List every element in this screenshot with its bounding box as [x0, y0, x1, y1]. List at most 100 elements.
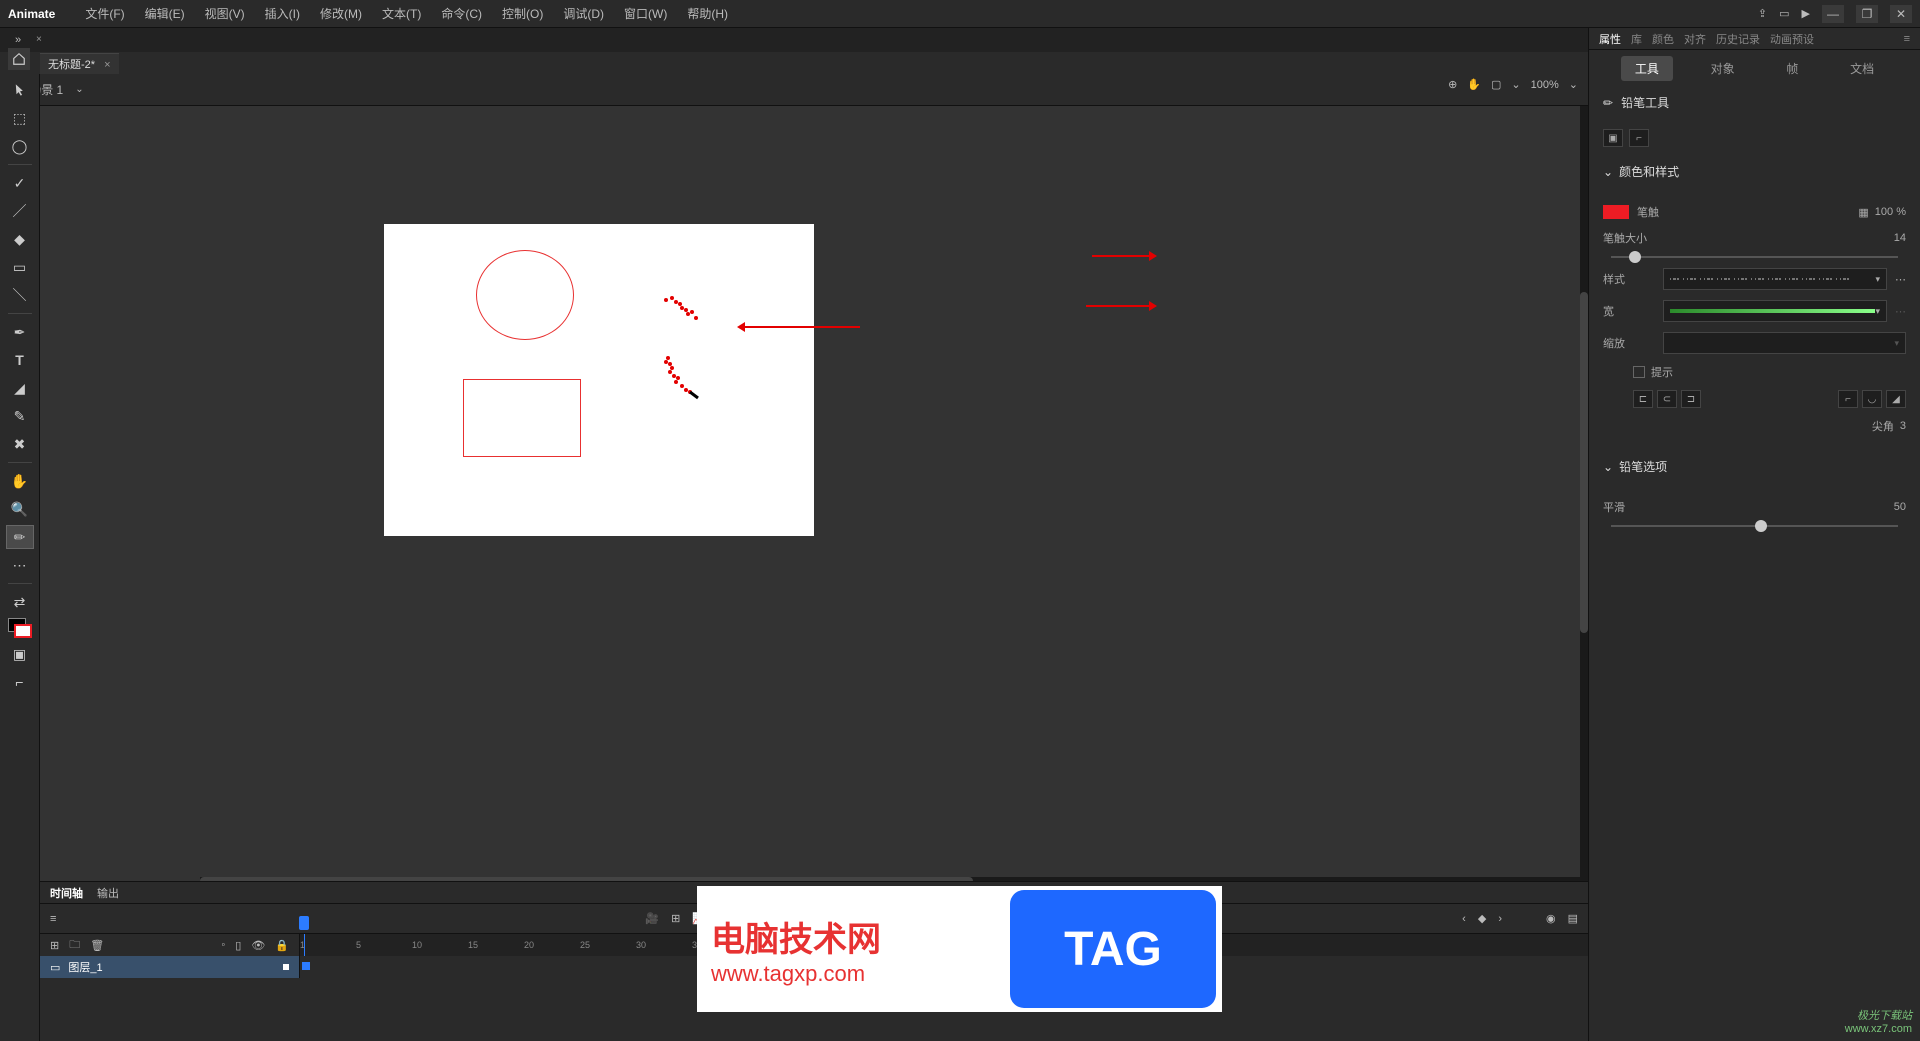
camera-icon[interactable]: 🎥 [645, 912, 659, 925]
expand-panel-icon[interactable]: » [0, 34, 36, 46]
menu-modify[interactable]: 修改(M) [310, 5, 372, 22]
eraser-tool[interactable]: ◆ [6, 227, 34, 251]
keyframe[interactable] [302, 962, 310, 970]
style-options-icon[interactable]: ⋯ [1895, 273, 1906, 286]
layer-depth-icon[interactable]: ⊞ [671, 912, 680, 925]
menu-view[interactable]: 视图(V) [195, 5, 255, 22]
layer-stack-icon[interactable]: ≡ [50, 913, 56, 925]
tab-history[interactable]: 历史记录 [1716, 31, 1760, 47]
drawn-stroke-1[interactable] [662, 294, 707, 324]
stage-vertical-scrollbar[interactable] [1580, 106, 1588, 881]
menu-file[interactable]: 文件(F) [75, 5, 134, 22]
tab-properties[interactable]: 属性 [1599, 31, 1621, 47]
center-stage-icon[interactable]: ⊕ [1448, 78, 1457, 91]
scrollbar-thumb[interactable] [1580, 292, 1588, 633]
color-swatches[interactable] [8, 618, 32, 638]
tab-library[interactable]: 库 [1631, 31, 1642, 47]
menu-command[interactable]: 命令(C) [431, 5, 492, 22]
subtab-object[interactable]: 对象 [1697, 56, 1749, 81]
join-bevel-icon[interactable]: ◢ [1886, 390, 1906, 408]
stroke-opacity-value[interactable]: 100 % [1875, 206, 1906, 218]
opacity-grid-icon[interactable]: ▦ [1858, 206, 1868, 219]
smooth-slider[interactable] [1611, 525, 1898, 527]
free-transform-tool[interactable]: ⬚ [6, 106, 34, 130]
hint-checkbox[interactable] [1633, 366, 1645, 378]
fill-color-swatch[interactable] [14, 624, 32, 638]
snap-icon[interactable]: ⌐ [6, 670, 34, 694]
menu-edit[interactable]: 编辑(E) [135, 5, 195, 22]
eyedropper-tool[interactable]: ✎ [6, 404, 34, 428]
zoom-tool[interactable]: 🔍 [6, 497, 34, 521]
hand-tool[interactable]: ✋ [6, 469, 34, 493]
scale-dropdown[interactable]: ▾ [1663, 332, 1906, 354]
edit-multi-icon[interactable]: ▤ [1568, 912, 1578, 925]
playhead[interactable] [299, 916, 309, 930]
stroke-style-dropdown[interactable]: ▾ [1663, 268, 1887, 290]
lock-icon[interactable]: 🔒 [275, 939, 289, 952]
scene-dropdown-icon[interactable]: ⌄ [75, 84, 83, 95]
home-icon[interactable] [8, 48, 30, 70]
more-tools-icon[interactable]: ⋯ [6, 553, 34, 577]
cap-square-icon[interactable]: ⊐ [1681, 390, 1701, 408]
swap-colors-icon[interactable]: ⇄ [6, 590, 34, 614]
menu-control[interactable]: 控制(O) [492, 5, 553, 22]
onion-skin-icon[interactable]: ◉ [1546, 912, 1556, 925]
join-miter-icon[interactable]: ⌐ [1838, 390, 1858, 408]
drawn-rectangle[interactable] [463, 379, 581, 457]
panel-menu-icon[interactable]: ≡ [1904, 33, 1910, 45]
delete-layer-icon[interactable]: 🗑 [90, 939, 104, 952]
add-folder-icon[interactable]: 🗀 [69, 936, 80, 955]
tab-output[interactable]: 输出 [97, 885, 119, 901]
drawn-circle[interactable] [476, 250, 574, 340]
menu-debug[interactable]: 调试(D) [553, 5, 614, 22]
window-maximize-button[interactable]: ❐ [1856, 5, 1878, 23]
paint-bucket-tool[interactable]: ◢ [6, 376, 34, 400]
text-tool[interactable]: T [6, 348, 34, 372]
clip-stage-icon[interactable]: ▢ [1491, 78, 1501, 91]
document-tab[interactable]: 无标题-2* × [40, 53, 119, 74]
drawn-stroke-2[interactable] [662, 354, 707, 404]
subtab-document[interactable]: 文档 [1836, 56, 1888, 81]
tab-align[interactable]: 对齐 [1684, 31, 1706, 47]
highlight-icon[interactable]: ◦ [221, 939, 225, 951]
zoom-dropdown-icon[interactable]: ⌄ [1569, 78, 1578, 91]
rectangle-tool[interactable]: ▭ [6, 255, 34, 279]
join-round-icon[interactable]: ◡ [1862, 390, 1882, 408]
layer-row[interactable]: ▭ 图层_1 [40, 956, 299, 978]
bone-tool[interactable]: ✖ [6, 432, 34, 456]
menu-help[interactable]: 帮助(H) [677, 5, 738, 22]
selection-tool[interactable] [6, 78, 34, 102]
first-frame-icon[interactable]: ‹ [1462, 913, 1466, 925]
close-panel-icon[interactable]: × [36, 34, 48, 46]
slider-knob[interactable] [1755, 520, 1767, 532]
visibility-icon[interactable]: 👁 [251, 939, 265, 952]
collapse-icon[interactable]: ⌄ [1603, 460, 1613, 474]
object-draw-icon[interactable]: ▣ [6, 642, 34, 666]
subtab-tool[interactable]: 工具 [1621, 56, 1673, 81]
rotation-icon[interactable]: ✋ [1467, 78, 1481, 91]
stage-area[interactable] [40, 106, 1588, 881]
fit-dropdown-icon[interactable]: ⌄ [1511, 78, 1520, 91]
stroke-size-slider[interactable] [1611, 256, 1898, 258]
layout-icon[interactable]: ▭ [1779, 7, 1789, 20]
layer-name[interactable]: 图层_1 [68, 959, 102, 975]
section-pencil-options[interactable]: ⌄ 铅笔选项 [1589, 452, 1920, 481]
stroke-size-value[interactable]: 14 [1894, 232, 1906, 244]
window-close-button[interactable]: ✕ [1890, 5, 1912, 23]
tab-presets[interactable]: 动画预设 [1770, 31, 1814, 47]
close-tab-icon[interactable]: × [104, 59, 110, 71]
slider-knob[interactable] [1629, 251, 1641, 263]
menu-text[interactable]: 文本(T) [372, 5, 431, 22]
share-icon[interactable]: ⇪ [1758, 7, 1767, 20]
object-drawing-toggle[interactable]: ▣ [1603, 129, 1623, 147]
lasso-tool[interactable]: ◯ [6, 134, 34, 158]
menu-window[interactable]: 窗口(W) [614, 5, 677, 22]
window-minimize-button[interactable]: — [1822, 5, 1844, 23]
outline-icon[interactable]: ▯ [235, 939, 241, 952]
keyframe-nav-icon[interactable]: ◆ [1478, 912, 1486, 925]
corner-value[interactable]: 3 [1900, 420, 1906, 432]
width-profile-dropdown[interactable]: ▾ [1663, 300, 1887, 322]
line-tool[interactable]: ＼ [6, 283, 34, 307]
tab-timeline[interactable]: 时间轴 [50, 885, 83, 901]
menu-insert[interactable]: 插入(I) [255, 5, 310, 22]
